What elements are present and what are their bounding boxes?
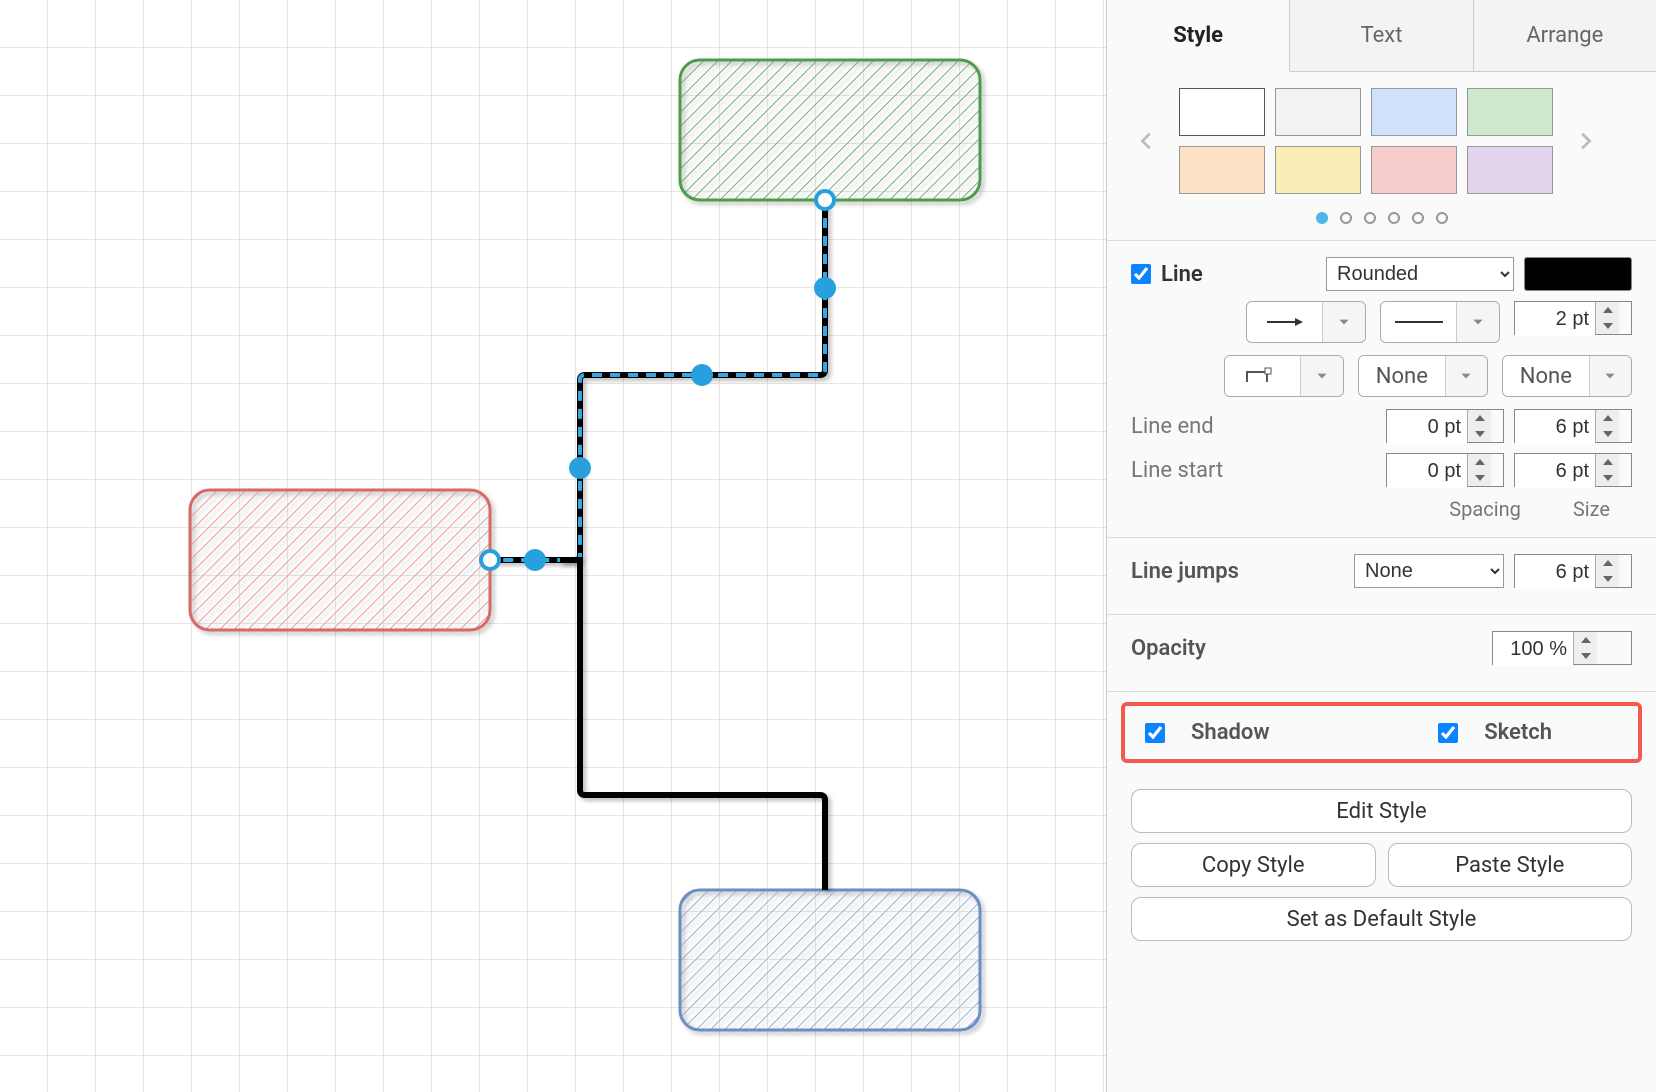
connector-unselected[interactable] <box>560 560 825 890</box>
line-jumps-label: Line jumps <box>1131 559 1344 584</box>
line-color-chip[interactable] <box>1524 257 1632 291</box>
shadow-checkbox[interactable] <box>1145 723 1165 743</box>
node-blue[interactable] <box>680 890 980 1030</box>
pager-dot[interactable] <box>1316 212 1328 224</box>
tab-text[interactable]: Text <box>1290 0 1473 72</box>
waypoint-style-combo[interactable] <box>1224 355 1344 397</box>
presets-pager <box>1131 212 1632 224</box>
swatch[interactable] <box>1467 146 1553 194</box>
line-jumps-size[interactable] <box>1514 554 1632 588</box>
line-start-label: Line start <box>1131 458 1376 483</box>
color-presets <box>1107 72 1656 241</box>
line-jumps-select[interactable]: None <box>1354 554 1504 588</box>
line-start-size[interactable] <box>1514 453 1632 487</box>
line-width-spin[interactable] <box>1514 301 1632 335</box>
pager-dot[interactable] <box>1340 212 1352 224</box>
waypoint-handle[interactable] <box>569 457 591 479</box>
swatch[interactable] <box>1467 88 1553 136</box>
opacity-spin[interactable] <box>1492 631 1632 665</box>
waypoint-handle[interactable] <box>691 364 713 386</box>
tab-style[interactable]: Style <box>1107 0 1290 72</box>
line-end-size[interactable] <box>1514 409 1632 443</box>
node-green[interactable] <box>680 60 980 200</box>
swatch[interactable] <box>1179 146 1265 194</box>
waypoint-handle[interactable] <box>814 277 836 299</box>
tabs: Style Text Arrange <box>1107 0 1656 72</box>
line-style-select[interactable]: Rounded <box>1326 257 1514 291</box>
line-jumps-section: Line jumps None <box>1107 538 1656 615</box>
pager-dot[interactable] <box>1388 212 1400 224</box>
line-section: Line Rounded <box>1107 241 1656 538</box>
line-end-label: Line end <box>1131 414 1376 439</box>
endpoint-handle[interactable] <box>816 191 834 209</box>
connector-selected[interactable] <box>490 200 825 560</box>
line-start-spacing[interactable] <box>1386 453 1504 487</box>
waypoint-handle[interactable] <box>524 549 546 571</box>
effects-highlight: Shadow Sketch <box>1121 702 1642 763</box>
line-label: Line <box>1161 262 1316 287</box>
sketch-checkbox[interactable] <box>1438 723 1458 743</box>
swatch[interactable] <box>1371 146 1457 194</box>
tab-arrange[interactable]: Arrange <box>1474 0 1656 72</box>
diagram-canvas[interactable] <box>0 0 1106 1092</box>
copy-style-button[interactable]: Copy Style <box>1131 843 1376 887</box>
style-buttons: Edit Style Copy Style Paste Style Set as… <box>1107 773 1656 967</box>
swatch[interactable] <box>1275 146 1361 194</box>
pager-dot[interactable] <box>1412 212 1424 224</box>
line-enable-checkbox[interactable] <box>1131 264 1151 284</box>
presets-next[interactable] <box>1569 117 1601 165</box>
spacing-label: Spacing <box>1449 497 1521 521</box>
endpoint-handle[interactable] <box>481 551 499 569</box>
pager-dot[interactable] <box>1364 212 1376 224</box>
line-pattern-combo[interactable] <box>1380 301 1500 343</box>
line-start-marker[interactable]: None <box>1358 355 1488 397</box>
size-label: Size <box>1573 497 1610 521</box>
presets-prev[interactable] <box>1131 117 1163 165</box>
paste-style-button[interactable]: Paste Style <box>1388 843 1633 887</box>
format-sidebar: Style Text Arrange <box>1106 0 1656 1092</box>
edit-style-button[interactable]: Edit Style <box>1131 789 1632 833</box>
shadow-label: Shadow <box>1191 720 1270 745</box>
sketch-label: Sketch <box>1484 720 1552 745</box>
opacity-label: Opacity <box>1131 636 1482 661</box>
swatch[interactable] <box>1179 88 1265 136</box>
arrow-end-combo[interactable] <box>1246 301 1366 343</box>
swatch[interactable] <box>1275 88 1361 136</box>
line-end-spacing[interactable] <box>1386 409 1504 443</box>
opacity-section: Opacity <box>1107 615 1656 692</box>
pager-dot[interactable] <box>1436 212 1448 224</box>
swatch[interactable] <box>1371 88 1457 136</box>
line-end-marker[interactable]: None <box>1502 355 1632 397</box>
set-default-style-button[interactable]: Set as Default Style <box>1131 897 1632 941</box>
node-red[interactable] <box>190 490 490 630</box>
